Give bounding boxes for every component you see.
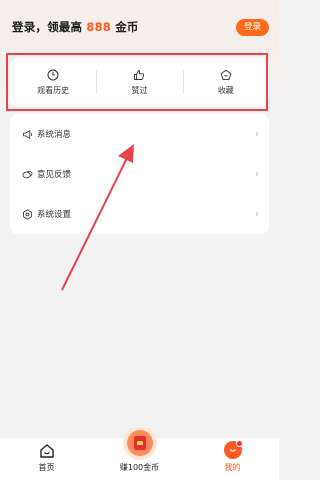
clock-icon — [47, 69, 59, 80]
chevron-right-icon: › — [255, 168, 259, 180]
history-card: 观看历史 赞过 收藏 — [10, 58, 269, 106]
star-icon — [220, 69, 232, 80]
login-prompt[interactable]: 登录，领最高 888 金币 — [12, 19, 139, 35]
red-envelope-icon — [133, 436, 146, 450]
chevron-right-icon: › — [255, 128, 259, 140]
menu-item-system-messages[interactable]: 系统消息 › — [10, 114, 269, 154]
me-icon — [223, 440, 243, 459]
history-item-label: 收藏 — [217, 85, 234, 95]
earn-coins-badge-inner — [126, 430, 153, 456]
bottom-nav: 首页 赚100金币 我的 — [0, 426, 279, 480]
feedback-icon — [22, 170, 33, 178]
history-item-label: 观看历史 — [37, 85, 70, 95]
nav-item-earn-coins[interactable]: 赚100金币 — [93, 426, 186, 480]
nav-label: 我的 — [224, 463, 241, 472]
nav-label: 赚100金币 — [119, 463, 160, 472]
thumbs-up-icon — [134, 69, 145, 80]
settings-menu: 系统消息 › 意见反馈 › 系统设置 › — [10, 114, 269, 234]
smile-icon — [229, 449, 236, 452]
earn-coins-badge — [122, 426, 157, 460]
gear-icon — [23, 209, 32, 219]
megaphone-icon — [22, 129, 32, 139]
menu-item-label: 系统消息 — [37, 130, 72, 140]
menu-item-feedback[interactable]: 意见反馈 › — [10, 154, 269, 194]
login-prefix: 登录，领最高 — [12, 20, 87, 34]
coin-amount: 888 — [86, 20, 112, 34]
history-item-favorites[interactable]: 收藏 — [182, 64, 269, 100]
menu-item-system-settings[interactable]: 系统设置 › — [10, 194, 269, 234]
menu-item-label: 系统设置 — [37, 210, 72, 220]
login-button[interactable]: 登录 — [235, 18, 269, 36]
nav-label: 首页 — [38, 463, 55, 472]
nav-item-home[interactable]: 首页 — [0, 438, 93, 480]
home-icon — [39, 444, 54, 458]
history-item-label: 赞过 — [131, 85, 148, 95]
nav-item-me[interactable]: 我的 — [186, 438, 279, 480]
chevron-right-icon: › — [255, 208, 259, 220]
history-item-watch-history[interactable]: 观看历史 — [10, 64, 96, 100]
menu-item-label: 意见反馈 — [37, 170, 72, 180]
login-bar: 登录，领最高 888 金币 登录 — [12, 16, 269, 38]
history-item-liked[interactable]: 赞过 — [96, 64, 182, 100]
login-suffix: 金币 — [111, 20, 139, 34]
